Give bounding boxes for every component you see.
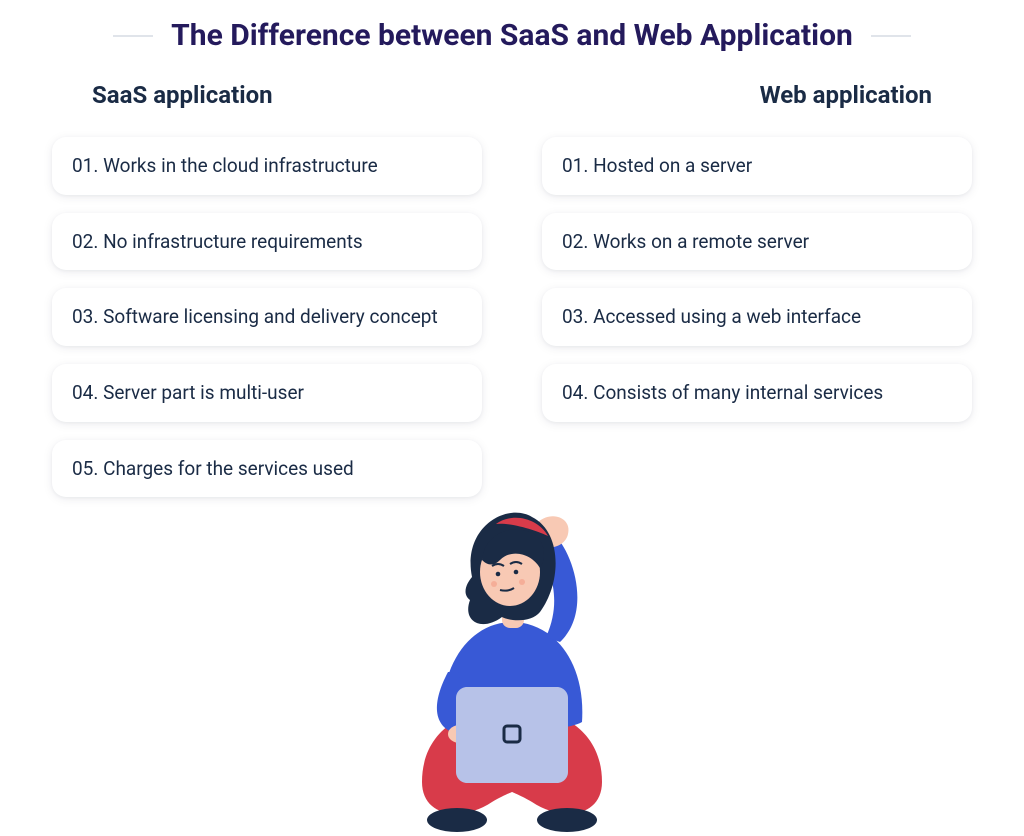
list-item: 02. Works on a remote server	[542, 213, 972, 271]
col-saas: SaaS application 01. Works in the cloud …	[52, 81, 482, 497]
title-row: The Difference between SaaS and Web Appl…	[0, 0, 1024, 53]
eye	[514, 570, 519, 575]
list-item: 01. Hosted on a server	[542, 137, 972, 195]
cheek	[519, 579, 525, 585]
person-with-laptop-illustration	[362, 472, 662, 832]
laptop	[456, 687, 568, 783]
title-dash-left	[113, 35, 153, 37]
list-item: 04. Server part is multi-user	[52, 364, 482, 422]
columns: SaaS application 01. Works in the cloud …	[0, 53, 1024, 497]
cheek	[491, 581, 497, 587]
shoe-right	[537, 808, 597, 832]
list-item: 02. No infrastructure requirements	[52, 213, 482, 271]
list-item: 03. Software licensing and delivery conc…	[52, 288, 482, 346]
list-item: 04. Consists of many internal services	[542, 364, 972, 422]
page-title: The Difference between SaaS and Web Appl…	[171, 18, 853, 53]
title-dash-right	[871, 35, 911, 37]
col-heading-saas: SaaS application	[52, 81, 482, 109]
list-item: 01. Works in the cloud infrastructure	[52, 137, 482, 195]
list-item: 03. Accessed using a web interface	[542, 288, 972, 346]
col-heading-web: Web application	[542, 81, 972, 109]
shoe-left	[427, 808, 487, 832]
eye	[496, 572, 501, 577]
col-web: Web application 01. Hosted on a server 0…	[542, 81, 972, 497]
